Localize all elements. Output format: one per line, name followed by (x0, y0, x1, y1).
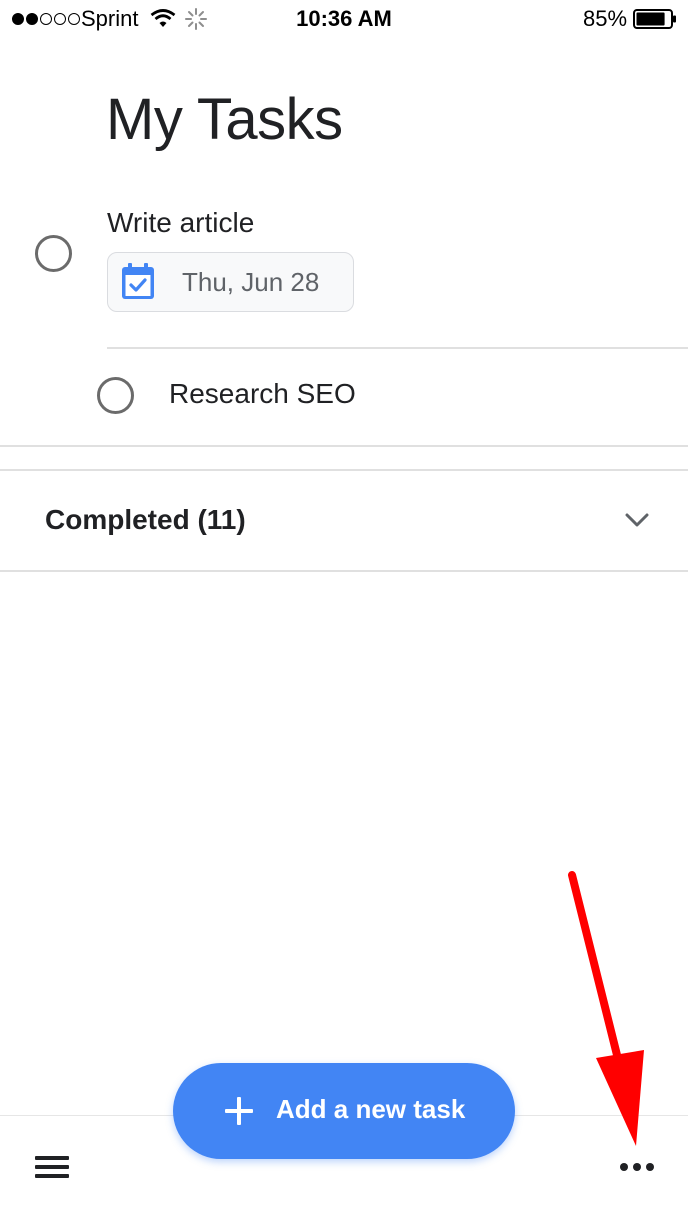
task-title[interactable]: Research SEO (169, 378, 356, 410)
task-complete-checkbox[interactable] (35, 235, 72, 272)
annotation-arrow (568, 871, 644, 1146)
more-horizontal-icon[interactable] (620, 1160, 654, 1174)
task-divider (107, 347, 688, 349)
chevron-down-icon[interactable] (624, 510, 650, 530)
tasks-screen: Sprint 10:36 AM 85% My Tasks Write artic… (0, 0, 688, 1223)
due-date-chip[interactable]: Thu, Jun 28 (107, 252, 354, 312)
add-task-label: Add a new task (276, 1094, 466, 1124)
calendar-check-icon (122, 263, 154, 299)
completed-label[interactable]: Completed (11) (45, 504, 246, 536)
battery-percent: 85% (583, 6, 628, 31)
due-date-text: Thu, Jun 28 (182, 267, 320, 297)
plus-icon (225, 1097, 253, 1125)
section-divider (0, 570, 688, 572)
section-divider (0, 469, 688, 471)
add-task-button[interactable]: Add a new task (173, 1063, 515, 1159)
battery-icon (633, 9, 676, 29)
list-divider (0, 445, 688, 447)
page-title: My Tasks (106, 87, 343, 152)
task-complete-checkbox[interactable] (97, 377, 134, 414)
hamburger-menu-icon[interactable] (35, 1154, 69, 1182)
task-title[interactable]: Write article (107, 207, 254, 239)
status-bar: Sprint 10:36 AM 85% (0, 0, 688, 40)
